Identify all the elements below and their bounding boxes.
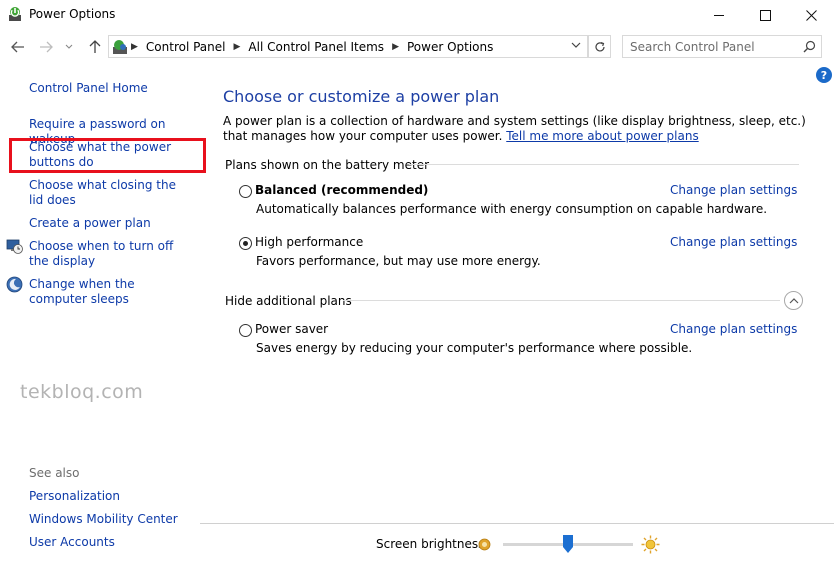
breadcrumb-control-panel[interactable]: Control Panel xyxy=(146,40,226,54)
plan-high-performance-description: Favors performance, but may use more ene… xyxy=(256,254,541,268)
maximize-button[interactable] xyxy=(742,0,788,30)
chevron-down-icon xyxy=(65,44,73,49)
control-panel-icon xyxy=(113,40,127,54)
plan-balanced-description: Automatically balances performance with … xyxy=(256,202,768,216)
moon-sleep-icon xyxy=(6,276,23,293)
plan-high-performance-settings-link[interactable]: Change plan settings xyxy=(670,235,797,249)
sidebar-link-display-off[interactable]: Choose when to turn off the display xyxy=(29,239,189,269)
refresh-button[interactable] xyxy=(588,35,611,58)
plan-power-saver-settings-link[interactable]: Change plan settings xyxy=(670,322,797,336)
search-box[interactable] xyxy=(622,35,822,58)
chevron-up-icon xyxy=(789,298,798,304)
plan-high-performance-name[interactable]: High performance xyxy=(255,235,363,249)
sidebar-link-create-plan[interactable]: Create a power plan xyxy=(29,216,204,231)
address-dropdown-icon[interactable] xyxy=(571,41,581,49)
sidebar-link-closing-lid[interactable]: Choose what closing the lid does xyxy=(29,178,189,208)
navigation-bar: ▶ Control Panel ▶ All Control Panel Item… xyxy=(0,31,834,63)
address-bar[interactable]: ▶ Control Panel ▶ All Control Panel Item… xyxy=(108,35,588,58)
breadcrumb-separator-icon[interactable]: ▶ xyxy=(392,42,399,52)
arrow-up-icon xyxy=(89,40,101,53)
minimize-icon xyxy=(713,14,724,16)
brightness-slider-thumb[interactable] xyxy=(563,535,573,553)
divider xyxy=(409,164,799,165)
bright-brightness-icon xyxy=(641,535,660,554)
dim-brightness-icon xyxy=(478,538,491,551)
divider xyxy=(200,523,834,524)
hidden-group-label: Hide additional plans xyxy=(225,294,352,308)
plan-balanced-settings-link[interactable]: Change plan settings xyxy=(670,183,797,197)
see-also-title: See also xyxy=(29,466,80,480)
search-input[interactable] xyxy=(623,36,798,57)
breadcrumb: ▶ Control Panel ▶ All Control Panel Item… xyxy=(131,40,493,54)
breadcrumb-all-items[interactable]: All Control Panel Items xyxy=(248,40,384,54)
title-bar: Power Options xyxy=(0,0,834,30)
arrow-right-icon xyxy=(40,41,53,53)
search-icon[interactable] xyxy=(803,40,816,53)
plan-power-saver-description: Saves energy by reducing your computer's… xyxy=(256,341,693,355)
plan-balanced: Balanced (recommended) Automatically bal… xyxy=(239,183,799,223)
close-icon xyxy=(805,9,817,21)
see-also-user-accounts[interactable]: User Accounts xyxy=(29,535,204,550)
see-also-mobility-center[interactable]: Windows Mobility Center xyxy=(29,512,204,527)
collapse-button[interactable] xyxy=(784,291,803,310)
page-title: Choose or customize a power plan xyxy=(223,87,500,106)
power-options-icon xyxy=(9,7,21,21)
divider xyxy=(343,300,780,301)
sidebar-link-computer-sleeps[interactable]: Change when the computer sleeps xyxy=(29,277,189,307)
forward-button[interactable] xyxy=(36,37,56,57)
breadcrumb-separator-icon: ▶ xyxy=(131,42,138,52)
back-button[interactable] xyxy=(8,37,28,57)
breadcrumb-separator-icon[interactable]: ▶ xyxy=(234,42,241,52)
plan-balanced-name[interactable]: Balanced (recommended) xyxy=(255,183,428,197)
close-button[interactable] xyxy=(788,0,834,30)
battery-group-label: Plans shown on the battery meter xyxy=(225,158,430,172)
breadcrumb-power-options[interactable]: Power Options xyxy=(407,40,493,54)
refresh-icon xyxy=(594,41,605,51)
help-button[interactable]: ? xyxy=(816,67,832,83)
help-icon: ? xyxy=(820,68,828,82)
maximize-icon xyxy=(759,9,771,21)
window-title: Power Options xyxy=(29,7,116,21)
plan-high-performance-radio[interactable] xyxy=(239,237,252,250)
control-panel-home-link[interactable]: Control Panel Home xyxy=(29,81,204,96)
page-description: A power plan is a collection of hardware… xyxy=(223,114,813,144)
see-also-personalization[interactable]: Personalization xyxy=(29,489,204,504)
up-button[interactable] xyxy=(85,37,105,57)
plan-power-saver-name[interactable]: Power saver xyxy=(255,322,328,336)
highlight-box xyxy=(9,138,206,173)
plan-balanced-radio[interactable] xyxy=(239,185,252,198)
plan-power-saver-radio[interactable] xyxy=(239,324,252,337)
plan-high-performance: High performance Favors performance, but… xyxy=(239,235,799,275)
display-clock-icon xyxy=(6,239,23,254)
recent-locations-button[interactable] xyxy=(62,37,76,57)
minimize-button[interactable] xyxy=(696,0,742,30)
brightness-label: Screen brightness: xyxy=(376,537,489,551)
arrow-left-icon xyxy=(11,41,24,53)
plan-power-saver: Power saver Saves energy by reducing you… xyxy=(239,322,799,362)
watermark: tekbloq.com xyxy=(20,381,144,403)
learn-more-link[interactable]: Tell me more about power plans xyxy=(506,129,698,143)
